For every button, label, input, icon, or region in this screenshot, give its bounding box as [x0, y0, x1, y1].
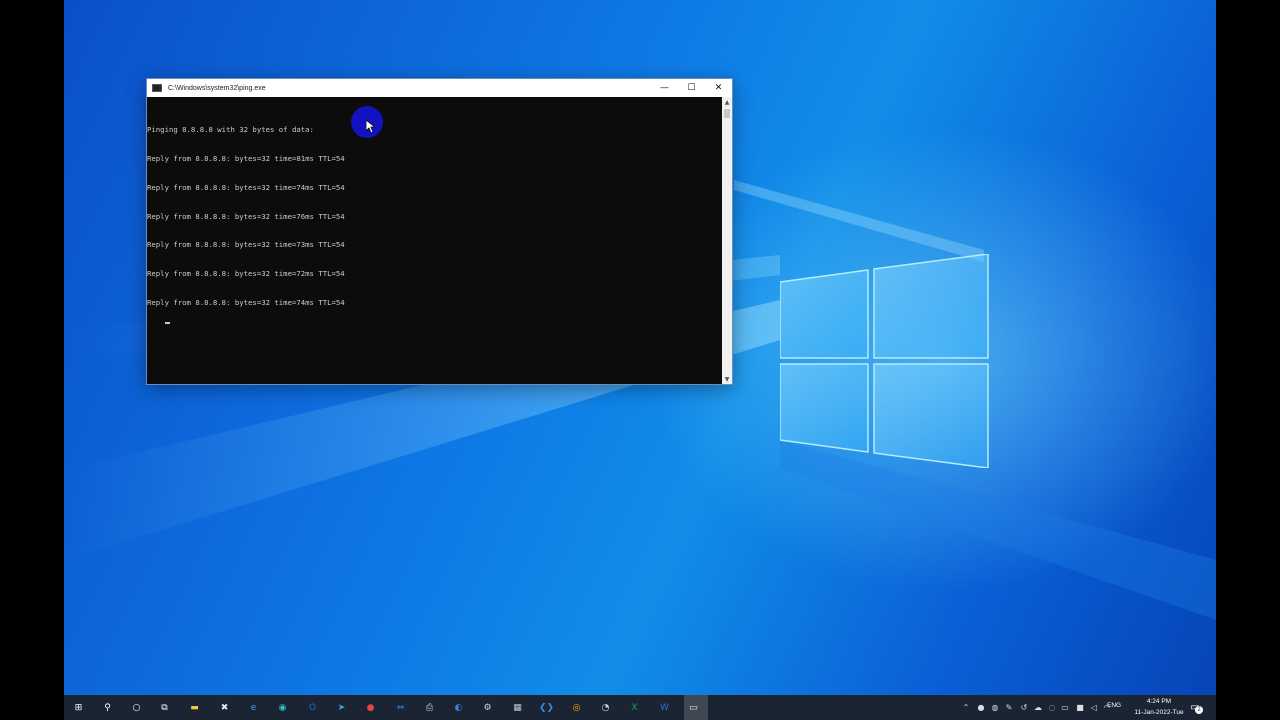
maximize-button[interactable]: ☐ [678, 79, 705, 97]
printer-icon[interactable]: ⎙ [421, 699, 438, 716]
terminal-line: Reply from 8.8.8.8: bytes=32 time=74ms T… [147, 297, 345, 307]
letterbox-right [1216, 0, 1280, 720]
edge-legacy-icon[interactable]: e [245, 699, 262, 716]
minimize-button[interactable]: — [651, 79, 678, 97]
console-window[interactable]: C:\Windows\system32\ping.exe — ☐ ✕ Pingi… [146, 78, 733, 385]
scroll-down-arrow-icon[interactable]: ▼ [722, 374, 732, 384]
edge-icon[interactable]: ◉ [274, 699, 291, 716]
tray-chevron-icon[interactable]: ⌃ [961, 702, 971, 712]
terminal-line: Reply from 8.8.8.8: bytes=32 time=81ms T… [147, 153, 345, 163]
clock-time[interactable]: 4:24 PM [1124, 698, 1194, 705]
outlook-icon[interactable]: O [304, 699, 321, 716]
console-app-icon [152, 84, 162, 92]
scroll-up-arrow-icon[interactable]: ▲ [722, 97, 732, 107]
active-app-highlight [684, 695, 708, 720]
tray-network-icon[interactable]: ◌ [1047, 702, 1057, 712]
file-explorer-icon[interactable]: ▬ [186, 699, 203, 716]
language-indicator[interactable]: ENG [1107, 702, 1121, 709]
tools-icon[interactable]: ✖ [216, 699, 233, 716]
window-title: C:\Windows\system32\ping.exe [168, 84, 266, 92]
clock-date[interactable]: 11-Jan-2022-Tue [1124, 709, 1194, 716]
clock-app-icon[interactable]: ◔ [597, 699, 614, 716]
letterbox-left [0, 0, 64, 720]
search-icon[interactable]: ⚲ [99, 699, 116, 716]
volume-icon[interactable]: ◁ [1089, 702, 1099, 712]
vertical-scrollbar[interactable]: ▲ ▼ [722, 97, 732, 384]
notification-count-badge: 2 [1195, 706, 1203, 714]
terminal-line: Reply from 8.8.8.8: bytes=32 time=72ms T… [147, 269, 345, 279]
telegram-icon[interactable]: ➤ [333, 699, 350, 716]
taskbar: ⊞ ⚲ ○ ⧉ ▬ ✖ e ◉ O ➤ ● ⇔ ⎙ ◐ ⚙ ▦ ❮❯ ◎ ◔ X W ▭ ⌃ ● ◍ ✎ ↺ ☁ ◌ ▭ ■ ◁ ◠ ENG … [64, 695, 1216, 720]
windows-logo [780, 254, 989, 468]
chrome-icon[interactable]: ◎ [568, 699, 585, 716]
tray-display-icon[interactable]: ▭ [1060, 702, 1070, 712]
microphone-icon[interactable]: ● [976, 702, 986, 712]
vscode-icon[interactable]: ❮❯ [538, 699, 555, 716]
tray-app-icon[interactable]: ◍ [990, 702, 1000, 712]
cortana-icon[interactable]: ○ [128, 699, 145, 716]
terminal-output[interactable]: Pinging 8.8.8.8 with 32 bytes of data: R… [147, 97, 722, 384]
settings-icon[interactable]: ⚙ [479, 699, 496, 716]
terminal-line: Reply from 8.8.8.8: bytes=32 time=76ms T… [147, 211, 345, 221]
mouse-pointer-icon [366, 120, 376, 134]
console-titlebar[interactable]: C:\Windows\system32\ping.exe — ☐ ✕ [147, 79, 732, 97]
teamviewer-icon[interactable]: ⇔ [392, 699, 409, 716]
calculator-icon[interactable]: ▦ [509, 699, 526, 716]
close-button[interactable]: ✕ [705, 79, 732, 97]
window-controls: — ☐ ✕ [651, 79, 732, 97]
terminal-line: Reply from 8.8.8.8: bytes=32 time=74ms T… [147, 182, 345, 192]
excel-icon[interactable]: X [626, 699, 643, 716]
browser-icon[interactable]: ◐ [450, 699, 467, 716]
start-icon[interactable]: ⊞ [70, 699, 87, 716]
recorder-icon[interactable]: ● [362, 699, 379, 716]
terminal-line: Pinging 8.8.8.8 with 32 bytes of data: [147, 125, 314, 135]
task-view-icon[interactable]: ⧉ [156, 699, 173, 716]
tray-tool-icon[interactable]: ✎ [1004, 702, 1014, 712]
terminal-line: Reply from 8.8.8.8: bytes=32 time=73ms T… [147, 240, 345, 250]
word-icon[interactable]: W [656, 699, 673, 716]
scroll-thumb[interactable] [724, 109, 730, 118]
tray-cloud-icon[interactable]: ☁ [1033, 702, 1043, 712]
tray-sync-icon[interactable]: ↺ [1019, 702, 1029, 712]
tray-record-icon[interactable]: ■ [1075, 702, 1085, 712]
text-caret [164, 322, 170, 325]
